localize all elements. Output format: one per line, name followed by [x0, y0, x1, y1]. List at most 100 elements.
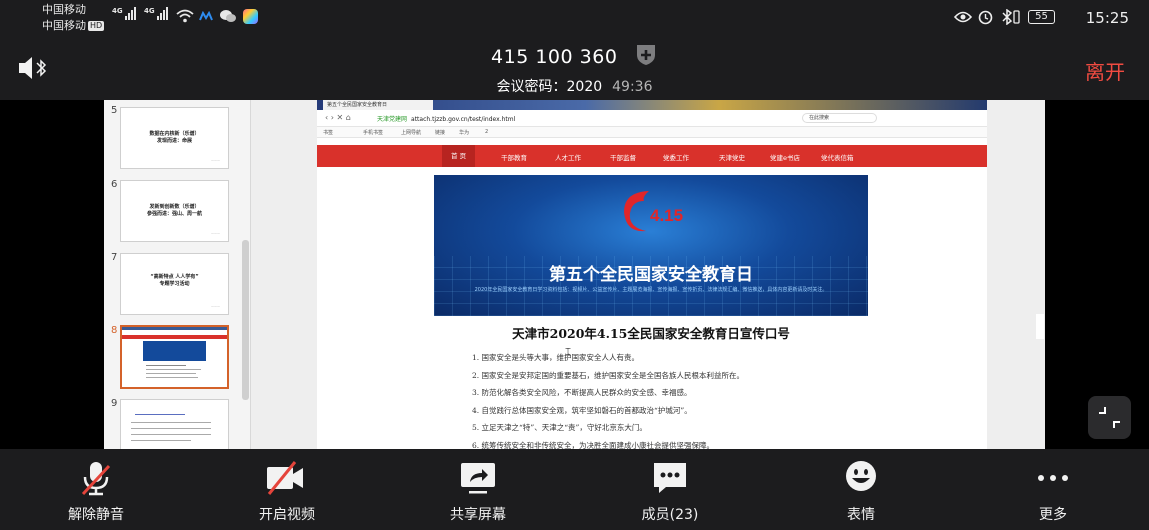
wechat-icon [220, 10, 236, 22]
slide-thumbnail-selected[interactable] [120, 325, 229, 389]
slogan-document: 天津市2020年4.15全民国家安全教育日宣传口号 1. 国家安全是头等大事，维… [434, 316, 868, 449]
site-nav: 首 页 干部教育 人才工作 干部监督 党委工作 天津党史 党建e书店 党代表信箱 [317, 145, 987, 167]
site-nav-item[interactable]: 党建e书店 [770, 152, 800, 162]
password-text: 会议密码：2020 [496, 79, 603, 95]
unmute-label: 解除静音 [68, 507, 124, 523]
carrier-2-label: 中国移动 [42, 19, 86, 32]
security-day-logo: 4.15 [624, 191, 683, 232]
carrier-2: 中国移动 HD [42, 19, 105, 33]
bookmark-item[interactable]: 华为 [459, 129, 469, 136]
site-nav-item[interactable]: 干部教育 [501, 152, 527, 162]
slide-scrollbar[interactable] [1036, 314, 1044, 339]
more-label: 更多 [1039, 507, 1067, 523]
slide-content: 第五个全民国家安全教育日 ‹ › ✕ ⌂ 天津党建网 attach.tjzzb.g… [317, 100, 987, 449]
unmute-button[interactable]: 解除静音 [36, 449, 156, 530]
clock: 15:25 [1085, 9, 1129, 27]
list-item: 3. 防范化解各类安全风险，不断提高人民群众的安全感、幸福感。 [472, 388, 692, 397]
thumb-text: 数据在内核新（乐谱） 发现而进：命展 [149, 131, 200, 144]
thumb-footer: ——— [211, 158, 220, 162]
meeting-id[interactable]: 415 100 360 [0, 42, 1149, 68]
shared-screen: 5 数据在内核新（乐谱） 发现而进：命展 ——— 6 发新到创新数（乐谱） 参强… [104, 100, 1045, 449]
list-item: 2. 国家安全是安邦定国的重要基石，维护国家安全是全国各族人民根本利益所在。 [472, 370, 745, 380]
thumb-number: 9 [111, 398, 118, 409]
bookmarks-bar: 书签 手机书签 上网导航 链接 华为 2 [317, 127, 987, 138]
list-item: 4. 自觉践行总体国家安全观，筑牢坚如磐石的首都政治“护城河”。 [472, 405, 692, 415]
emoji-icon [846, 461, 876, 491]
fullscreen-exit-icon [1099, 407, 1120, 428]
members-button[interactable]: 成员(23) [610, 449, 730, 530]
signal-icon-2: 4G [144, 7, 168, 20]
banner-subtitle: 2020年全民国家安全教育日学习资料包括：视频片、公益宣传片、主题展览海报、宣传… [474, 287, 828, 293]
site-nav-item[interactable]: 党代表信箱 [821, 152, 854, 162]
battery-level: 55 [1035, 11, 1048, 22]
eye-icon [954, 11, 972, 23]
url-field[interactable]: 天津党建网 attach.tjzzb.gov.cn/test/index.html [377, 114, 515, 123]
leave-button[interactable]: 离开 [1085, 56, 1125, 85]
app-icon [243, 9, 258, 24]
browser-nav-icons[interactable]: ‹ › ✕ ⌂ [325, 113, 351, 122]
share-screen-button[interactable]: 共享屏幕 [418, 449, 538, 530]
network-type-1: 4G [112, 7, 123, 15]
thumb-text: “高新特点 人人学有” 专题学习活动 [150, 274, 199, 287]
bookmark-item[interactable]: 书签 [323, 129, 333, 136]
wifi-icon [176, 9, 194, 23]
members-label: 成员(23) [641, 507, 699, 523]
slide-thumbnail[interactable]: 数据在内核新（乐谱） 发现而进：命展 ——— [120, 107, 229, 169]
mic-off-icon [81, 462, 111, 496]
bookmark-item[interactable]: 2 [485, 129, 488, 135]
carrier-1: 中国移动 [42, 3, 86, 16]
url-text: attach.tjzzb.gov.cn/test/index.html [411, 116, 516, 123]
meeting-id-text: 415 100 360 [491, 46, 618, 68]
text-cursor-icon: ⌶ [565, 347, 571, 358]
slide-thumbnail[interactable] [120, 399, 229, 449]
slide-thumbnail[interactable]: “高新特点 人人学有” 专题学习活动 ——— [120, 253, 229, 315]
browser-address-bar: ‹ › ✕ ⌂ 天津党建网 attach.tjzzb.gov.cn/test/in… [317, 110, 987, 127]
meeting-toolbar: 解除静音 开启视频 共享屏幕 成员(23) 表情 更多 [0, 449, 1149, 530]
bookmark-item[interactable]: 上网导航 [401, 129, 421, 136]
fullscreen-exit-button[interactable] [1088, 396, 1131, 439]
banner-title: 第五个全民国家安全教育日 [549, 265, 753, 285]
meeting-duration: 49:36 [612, 79, 653, 95]
site-nav-item[interactable]: 首 页 [442, 145, 476, 167]
browser-tab-bar: 第五个全民国家安全教育日 [317, 100, 987, 110]
meeting-header: 中国移动 中国移动HD 4G 4G 55 15:25 415 100 360 [0, 0, 1149, 100]
slide-thumbnail[interactable]: 发新到创新数（乐谱） 参强而进：强山、周一航 ——— [120, 180, 229, 242]
thumbnail-scrollbar[interactable] [242, 240, 249, 400]
signal-icon-1: 4G [112, 7, 136, 20]
logo-text: 4.15 [650, 206, 683, 225]
list-item: 6. 统筹传统安全和非传统安全，为决胜全面建成小康社会提供坚强保障。 [472, 440, 715, 450]
start-video-label: 开启视频 [259, 507, 315, 523]
site-nav-item[interactable]: 干部监督 [610, 152, 636, 162]
hd-badge: HD [88, 21, 105, 31]
reactions-button[interactable]: 表情 [801, 449, 921, 530]
thumb-number: 8 [111, 325, 118, 336]
thumb-footer: ——— [211, 304, 220, 308]
thumb-number: 5 [111, 105, 118, 116]
app-notify-icon [199, 11, 213, 21]
slogan-list: 1. 国家安全是头等大事，维护国家安全人人有责。 2. 国家安全是安邦定国的重要… [472, 349, 744, 449]
more-icon [1038, 475, 1068, 481]
shield-plus-icon[interactable] [634, 42, 658, 66]
meeting-password: 会议密码：2020 49:36 [0, 76, 1149, 96]
bookmark-item[interactable]: 链接 [435, 129, 445, 136]
reactions-label: 表情 [847, 507, 875, 523]
browser-search[interactable]: 在此搜索 [802, 113, 877, 123]
hero-banner: 4.15 第五个全民国家安全教育日 2020年全民国家安全教育日学习资料包括：视… [434, 175, 868, 316]
browser-tab[interactable]: 第五个全民国家安全教育日 [323, 100, 433, 110]
network-type-2: 4G [144, 7, 155, 15]
site-nav-item[interactable]: 党委工作 [663, 152, 689, 162]
site-nav-item[interactable]: 人才工作 [555, 152, 581, 162]
start-video-button[interactable]: 开启视频 [227, 449, 347, 530]
thumb-text: 发新到创新数（乐谱） 参强而进：强山、周一航 [146, 204, 202, 217]
thumb-footer: ——— [211, 231, 220, 235]
alarm-icon [978, 10, 993, 25]
more-button[interactable]: 更多 [993, 449, 1113, 530]
document-title: 天津市2020年4.15全民国家安全教育日宣传口号 [512, 326, 790, 341]
list-item: 1. 国家安全是头等大事，维护国家安全人人有责。 [472, 353, 640, 362]
bookmark-item[interactable]: 手机书签 [363, 129, 383, 136]
battery-icon: 55 [1028, 10, 1055, 24]
video-off-icon [267, 461, 303, 495]
site-nav-item[interactable]: 天津党史 [719, 152, 745, 162]
bluetooth-vibrate-icon [1002, 9, 1020, 25]
thumb-number: 6 [111, 179, 118, 190]
